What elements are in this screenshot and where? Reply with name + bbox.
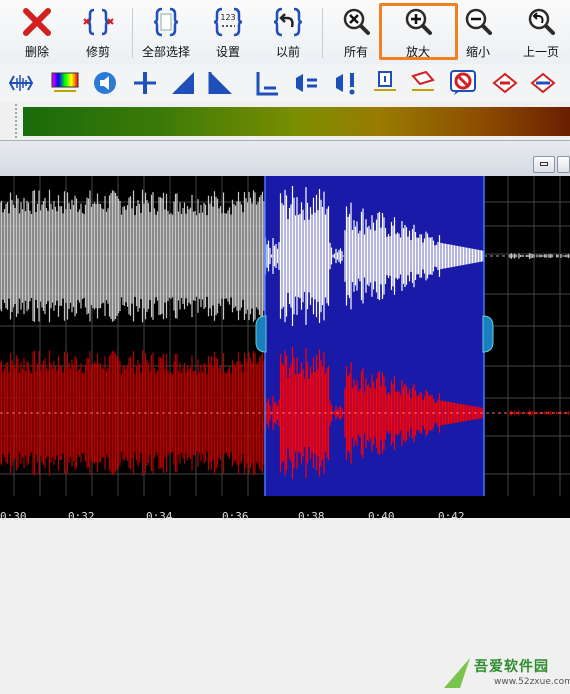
strip-grip[interactable] [15,104,18,138]
envelope-icon[interactable] [372,70,398,96]
selection-right-handle [482,315,494,353]
time-label: 0:38 [298,510,325,523]
spectrum-icon[interactable] [50,70,80,96]
previous-page-button[interactable]: 上一页 [516,6,566,62]
waveform-canvas [0,176,570,496]
selection-region [265,176,484,496]
previous-label: 以前 [275,45,300,59]
noise-reduction-icon[interactable] [450,70,476,96]
watermark-title: 吾爱软件园 [474,659,549,675]
trim-button[interactable]: 修剪 [76,6,120,62]
restore-button[interactable] [557,156,570,173]
select-all-icon [140,6,192,38]
echo-icon[interactable] [492,70,518,96]
zoom-out-icon [458,6,498,38]
fade-out-icon[interactable] [208,70,234,96]
trim-icon [76,6,120,38]
zoom-previous-icon [516,6,566,38]
trim-label: 修剪 [85,45,110,59]
main-toolbar: 删除 修剪 全部选择 123 设置 以前 所有 放大 缩小 上一页 [0,0,570,64]
set-icon: 123 [208,6,248,38]
active-button-highlight [379,3,458,60]
reverse-icon[interactable] [410,70,436,96]
selection-left-handle [255,315,267,353]
undo-icon [268,6,308,38]
zoom-out-button[interactable]: 缩小 [458,6,498,62]
silence-icon[interactable] [254,70,280,96]
time-label: 0:42 [438,510,465,523]
waveform-view[interactable]: 0:30 0:32 0:34 0:36 0:38 0:40 0:42 吾爱软件园… [0,176,570,688]
svg-text:123: 123 [220,13,235,22]
normalize-icon[interactable] [294,70,320,96]
zoom-all-label: 所有 [343,45,368,59]
zoom-fit-icon [336,6,376,38]
overview-strip [0,102,570,140]
amplify-icon[interactable] [334,70,360,96]
select-all-button[interactable]: 全部选择 [140,6,192,62]
minimize-icon [540,162,548,166]
time-label: 0:40 [368,510,395,523]
watermark-logo-icon [444,658,470,688]
level-gradient-bar[interactable] [23,107,570,136]
fade-in-icon[interactable] [170,70,196,96]
time-label: 0:32 [68,510,95,523]
zoom-all-button[interactable]: 所有 [336,6,376,62]
minimize-button[interactable] [533,156,555,173]
waveform-window-bar [0,140,570,176]
previous-button[interactable]: 以前 [268,6,308,62]
time-label: 0:36 [222,510,249,523]
set-label: 设置 [215,45,240,59]
select-all-label: 全部选择 [141,45,190,59]
chorus-icon[interactable] [530,70,556,96]
time-label: 0:34 [146,510,173,523]
set-button[interactable]: 123 设置 [208,6,248,62]
delete-label: 删除 [24,45,49,59]
watermark: 吾爱软件园 www.52zxue.com [438,652,570,694]
watermark-url: www.52zxue.com [494,677,570,687]
expand-icon[interactable] [8,70,34,96]
toolbar-separator [322,8,323,58]
effects-toolbar [0,64,570,102]
gain-icon[interactable] [132,70,158,96]
previous-page-label: 上一页 [522,45,559,59]
delete-icon [14,6,60,38]
toolbar-separator [132,8,133,58]
delete-button[interactable]: 删除 [14,6,60,62]
time-label: 0:30 [0,510,27,523]
zoom-out-label: 缩小 [465,45,490,59]
speaker-icon[interactable] [92,70,118,96]
